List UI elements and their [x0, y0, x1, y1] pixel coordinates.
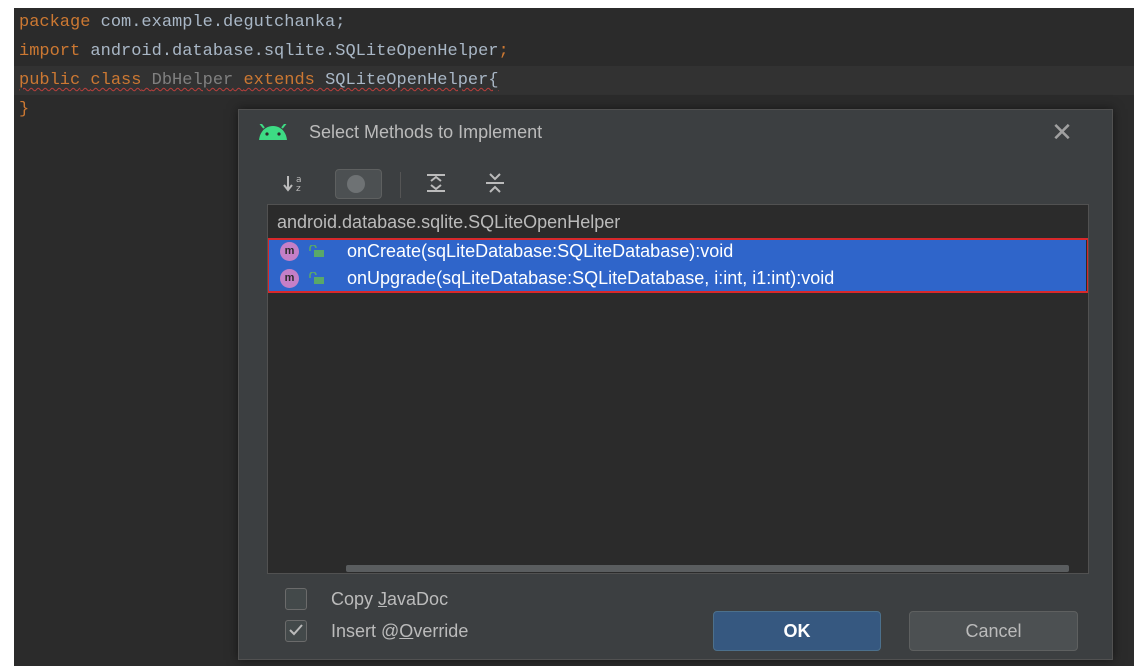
mnemonic: O — [399, 621, 414, 641]
mnemonic: J — [378, 589, 388, 609]
horizontal-scrollbar[interactable] — [346, 565, 1069, 572]
tree-group-header[interactable]: android.database.sqlite.SQLiteOpenHelper — [277, 210, 620, 234]
methods-tree[interactable]: android.database.sqlite.SQLiteOpenHelper… — [267, 204, 1089, 574]
method-icon: m — [280, 269, 299, 288]
insert-override-checkbox[interactable] — [285, 620, 307, 642]
unlock-icon — [309, 271, 325, 290]
label-text: Copy — [331, 589, 379, 609]
collapse-all-icon[interactable] — [484, 167, 506, 199]
close-icon[interactable]: ✕ — [1047, 118, 1077, 146]
keyword: extends — [243, 71, 315, 90]
closing-brace: } — [19, 100, 30, 119]
label-text: Insert @ — [331, 621, 400, 641]
ok-button[interactable]: OK — [713, 611, 881, 651]
unlock-icon — [309, 244, 325, 263]
android-icon — [257, 122, 289, 145]
class-declaration-error-underline: public class DbHelper extends SQLiteOpen… — [19, 71, 499, 90]
code-line-import[interactable]: import android.database.sqlite.SQLiteOpe… — [14, 37, 1134, 66]
select-methods-dialog: Select Methods to Implement ✕ a z androi… — [238, 109, 1113, 660]
method-signature: onCreate(sqLiteDatabase:SQLiteDatabase):… — [347, 241, 734, 261]
method-row-oncreate[interactable]: m onCreate(sqLiteDatabase:SQLiteDatabase… — [268, 238, 1086, 265]
keyword: class — [90, 71, 142, 90]
keyword: package — [19, 13, 91, 32]
dialog-title: Select Methods to Implement — [309, 122, 543, 142]
code-text: com.example.degutchanka; — [90, 13, 346, 32]
code-text: android.database.sqlite.SQLiteOpenHelper — [80, 42, 499, 61]
code-line-package[interactable]: package com.example.degutchanka; — [14, 8, 1134, 37]
sort-alphabetically-icon[interactable]: a z — [283, 167, 309, 199]
copy-javadoc-label[interactable]: Copy JavaDoc — [331, 587, 448, 611]
code-text: SQLiteOpenHelper{ — [314, 71, 499, 90]
copy-javadoc-checkbox[interactable] — [285, 588, 307, 610]
show-classes-toggle-icon[interactable] — [335, 169, 382, 199]
label-text: verride — [413, 621, 469, 641]
toolbar-separator — [400, 172, 401, 198]
toggle-dot — [347, 175, 365, 193]
method-signature: onUpgrade(sqLiteDatabase:SQLiteDatabase,… — [347, 268, 835, 288]
insert-override-label[interactable]: Insert @Override — [331, 619, 468, 643]
class-name: DbHelper — [151, 71, 234, 90]
keyword: public — [19, 71, 81, 90]
expand-all-icon[interactable] — [425, 167, 447, 199]
code-line-class-declaration[interactable]: public class DbHelper extends SQLiteOpen… — [14, 66, 1134, 95]
svg-text:z: z — [296, 184, 301, 194]
method-row-onupgrade[interactable]: m onUpgrade(sqLiteDatabase:SQLiteDatabas… — [268, 265, 1086, 292]
checkmark-icon — [289, 621, 303, 639]
method-icon: m — [280, 242, 299, 261]
cancel-button[interactable]: Cancel — [909, 611, 1078, 651]
label-text: avaDoc — [387, 589, 449, 609]
semicolon: ; — [498, 42, 509, 61]
keyword: import — [19, 42, 81, 61]
